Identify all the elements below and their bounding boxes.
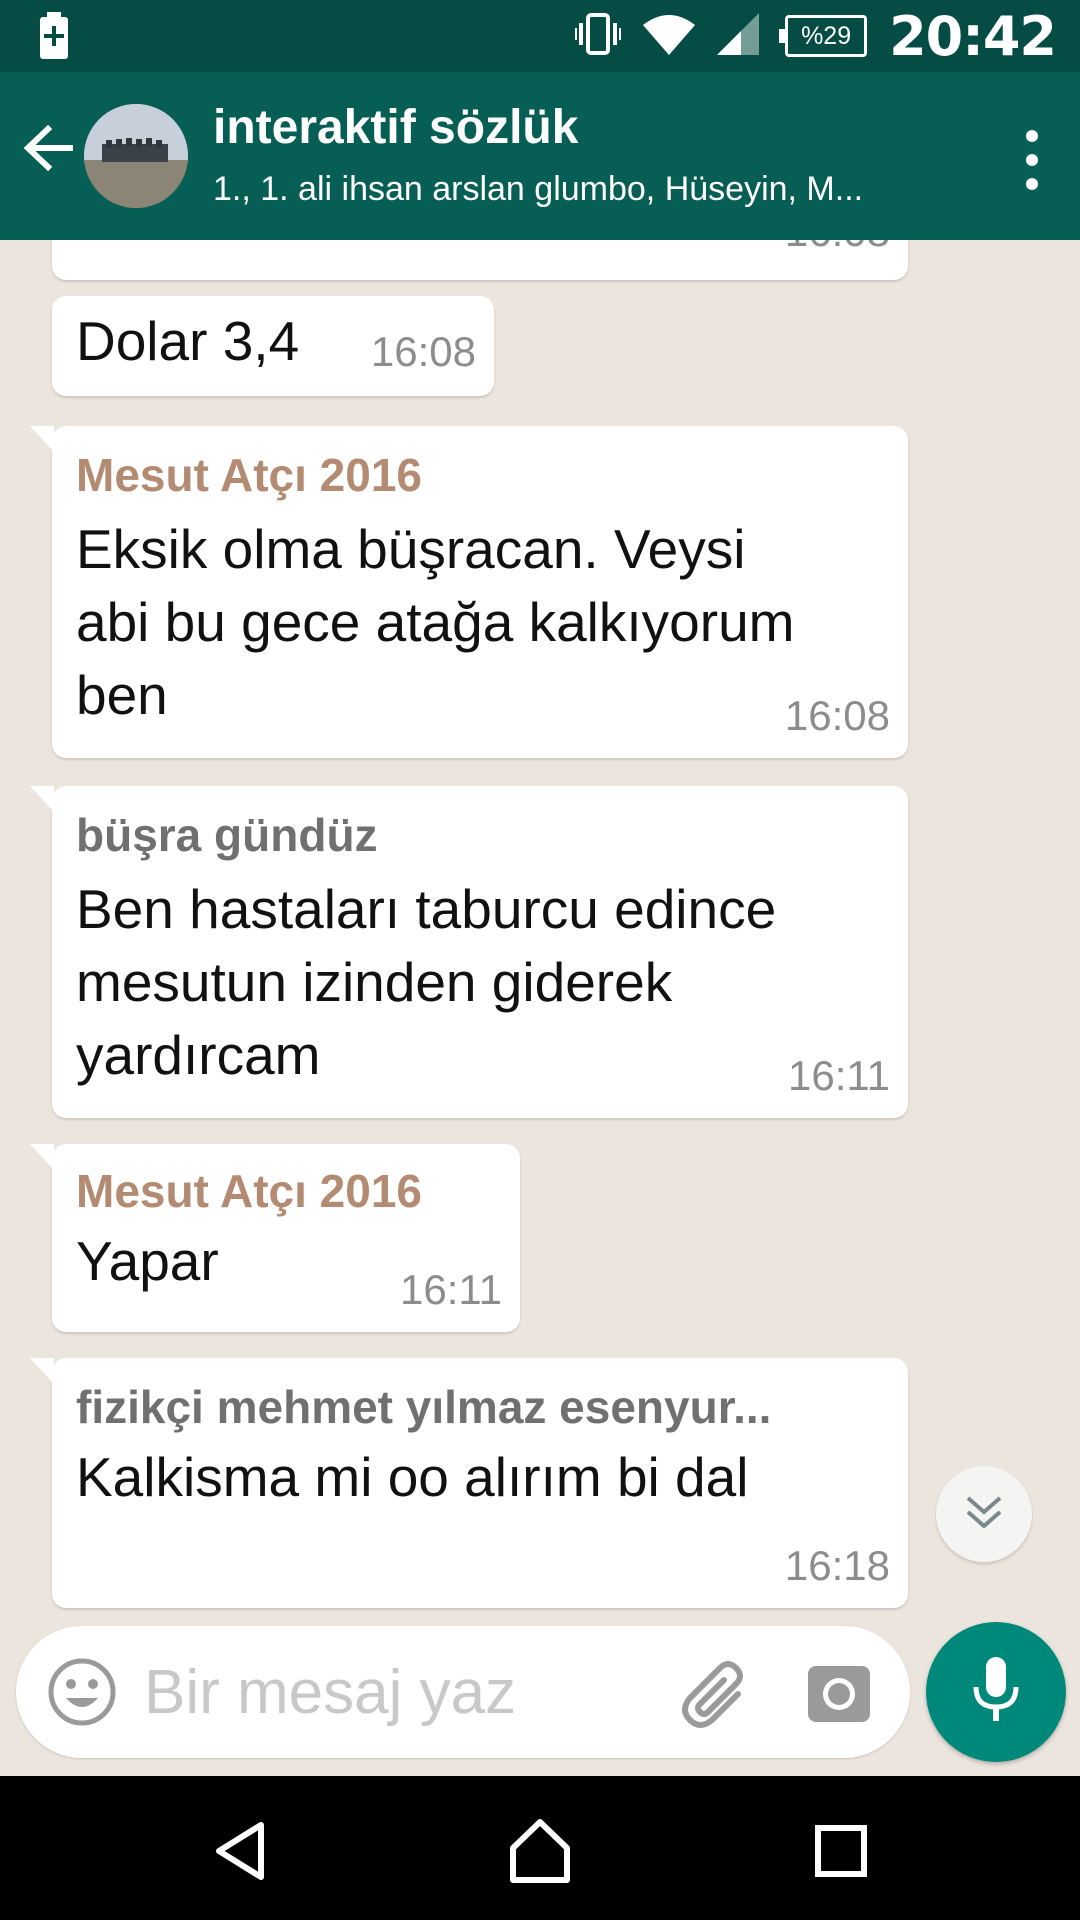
message-text: yardırcam [76, 1024, 321, 1086]
message-input[interactable] [144, 1654, 664, 1730]
nav-home-icon[interactable] [495, 1806, 585, 1896]
message-time: 16:18 [784, 1542, 890, 1589]
message-time: 16:11 [788, 1052, 890, 1099]
message-time: 16:08 [370, 328, 476, 375]
navigation-bar [0, 1776, 1080, 1920]
scroll-down-icon [962, 1492, 1006, 1537]
back-arrow-icon[interactable] [18, 118, 78, 178]
message-text: mesutun izinden giderek [76, 951, 673, 1013]
signal-icon [717, 12, 763, 60]
sender-name[interactable]: büşra gündüz [76, 808, 378, 862]
battery-level: %29 [801, 21, 852, 50]
scroll-down-button[interactable] [936, 1466, 1032, 1562]
message-time: 16:08 [784, 692, 890, 739]
vibrate-icon [575, 12, 622, 60]
message-time: 16:11 [400, 1266, 502, 1313]
chat-header: interaktif sözlük 1., 1. ali ihsan arsla… [0, 72, 1080, 240]
nav-back-icon[interactable] [196, 1806, 286, 1896]
message-text: Kalkisma mi oo alırım bi dal [76, 1446, 749, 1508]
message-bubble[interactable]: fizikçi mehmet yılmaz esenyur... Kalkism… [30, 1358, 908, 1608]
attach-icon[interactable] [676, 1654, 756, 1734]
more-vert-icon[interactable] [1020, 128, 1044, 192]
message-bubble[interactable]: Mesut Atçı 2016 Eksik olma büşracan. Vey… [30, 426, 908, 758]
composer [16, 1626, 910, 1758]
message-text: Eksik olma büşracan. Veysi [76, 518, 746, 580]
chat-title[interactable]: interaktif sözlük [213, 100, 578, 155]
status-bar: %29 20:42 [0, 0, 1080, 72]
emoji-icon[interactable] [46, 1656, 118, 1728]
message-text: abi bu gece atağa kalkıyorum [76, 591, 795, 653]
mic-icon [971, 1655, 1021, 1730]
message-bubble[interactable]: Mesut Atçı 2016 Yapar 16:11 [30, 1144, 520, 1332]
message-text: ben [76, 664, 168, 726]
wifi-icon [643, 13, 696, 60]
mic-button[interactable] [926, 1622, 1066, 1762]
message-text: Dolar 3,4 [76, 310, 300, 372]
chat-participants[interactable]: 1., 1. ali ihsan arslan glumbo, Hüseyin,… [213, 170, 953, 209]
battery-charging-icon [38, 12, 70, 65]
message-text: Yapar [76, 1230, 219, 1292]
camera-icon[interactable] [804, 1658, 874, 1728]
group-avatar[interactable] [84, 104, 188, 208]
clock: 20:42 [889, 4, 1057, 68]
nav-recents-icon[interactable] [796, 1806, 886, 1896]
message-list[interactable]: 16:08 Dolar 3,4 16:08 Mesut Atçı 2016 Ek… [0, 240, 1080, 1776]
message-bubble[interactable]: büşra gündüz Ben hastaları taburcu edinc… [30, 786, 908, 1118]
message-time: 16:08 [785, 240, 890, 256]
message-bubble[interactable]: 16:08 [52, 240, 908, 280]
sender-name[interactable]: fizikçi mehmet yılmaz esenyur... [76, 1380, 771, 1434]
message-text: Ben hastaları taburcu edince [76, 878, 777, 940]
battery-icon: %29 [779, 15, 868, 57]
message-bubble[interactable]: Dolar 3,4 16:08 [52, 296, 494, 396]
sender-name[interactable]: Mesut Atçı 2016 [76, 448, 422, 502]
sender-name[interactable]: Mesut Atçı 2016 [76, 1164, 422, 1218]
